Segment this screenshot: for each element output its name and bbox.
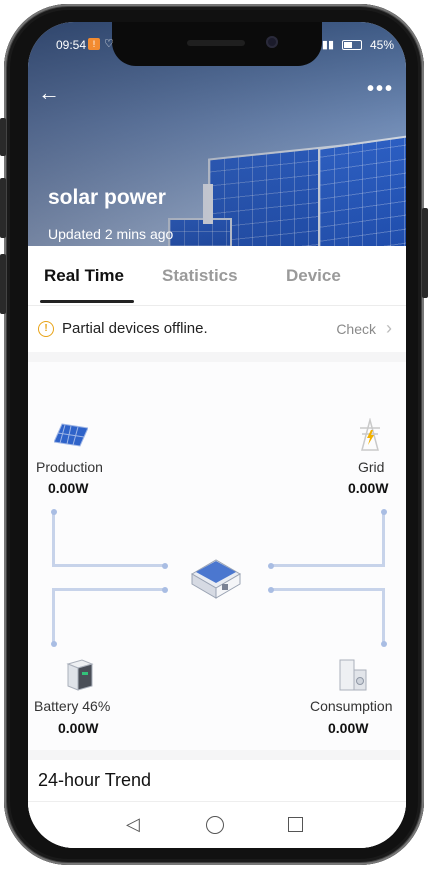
battery-percent-value: 46%: [82, 698, 111, 714]
shield-icon: ♡: [104, 38, 114, 50]
flow-dot: [268, 563, 274, 569]
status-time: 09:54: [56, 38, 87, 52]
system-nav-bar: ◁: [28, 801, 406, 848]
more-options-icon[interactable]: •••: [367, 78, 394, 101]
consumption-label: Consumption: [310, 698, 393, 714]
tab-active-indicator: [40, 300, 134, 303]
chevron-right-icon: ›: [386, 318, 392, 338]
side-button: [0, 178, 6, 238]
tab-device[interactable]: Device: [286, 266, 341, 286]
appliance-icon: [339, 659, 367, 691]
check-link[interactable]: Check: [336, 321, 376, 337]
flow-line: [52, 588, 55, 644]
solar-panel-icon: [54, 423, 88, 447]
consumption-value: 0.00W: [328, 720, 369, 736]
battery-percent: 45%: [369, 38, 394, 52]
nav-recents-icon[interactable]: [288, 817, 303, 832]
flow-line: [270, 564, 385, 567]
battery-unit-icon: [66, 659, 94, 691]
house-icon: [191, 559, 241, 599]
side-button: [0, 118, 6, 156]
flow-line: [52, 564, 166, 567]
grid-tower-icon: [360, 418, 380, 451]
flow-line: [52, 512, 55, 566]
flow-dot: [51, 641, 57, 647]
flow-dot: [381, 509, 387, 515]
tab-real-time[interactable]: Real Time: [44, 266, 124, 286]
flow-dot: [162, 587, 168, 593]
notice-text: Partial devices offline.: [62, 320, 208, 337]
battery-icon: [342, 40, 362, 50]
updated-timestamp: Updated 2 mins ago: [48, 226, 174, 242]
battery-value: 0.00W: [58, 720, 99, 736]
nav-home-icon[interactable]: [206, 816, 224, 834]
grid-value: 0.00W: [348, 480, 389, 496]
flow-dot: [162, 563, 168, 569]
screen: ← ••• solar power Updated 2 mins ago 09:…: [28, 22, 406, 848]
production-value: 0.00W: [48, 480, 89, 496]
grid-label: Grid: [358, 459, 385, 475]
production-label: Production: [36, 459, 103, 475]
warning-icon: !: [38, 321, 54, 337]
side-button: [422, 208, 428, 298]
flow-line: [270, 588, 385, 591]
signal-icon: ▮▮: [321, 39, 334, 51]
energy-flow-panel: Production 0.00W Grid 0.00W Battery 46% …: [28, 362, 406, 750]
battery-label: Battery 46%: [34, 698, 110, 714]
flow-line: [52, 588, 166, 591]
back-arrow-icon[interactable]: ←: [38, 80, 60, 106]
flow-dot: [51, 509, 57, 515]
notification-icon: !: [88, 38, 100, 50]
flow-dot: [381, 641, 387, 647]
tab-bar: Real Time Statistics Device: [28, 246, 406, 306]
offline-notice[interactable]: ! Partial devices offline. Check ›: [28, 306, 406, 352]
tab-statistics[interactable]: Statistics: [162, 266, 238, 286]
trend-title: 24-hour Trend: [38, 770, 152, 790]
nav-back-icon[interactable]: ◁: [126, 814, 140, 835]
flow-line: [382, 588, 385, 644]
side-button: [0, 254, 6, 314]
page-title: solar power: [48, 186, 166, 209]
battery-label-text: Battery: [34, 698, 79, 714]
flow-dot: [268, 587, 274, 593]
flow-line: [382, 512, 385, 566]
status-bar: 09:54 ! ♡ ▮▮ 45%: [28, 36, 406, 56]
